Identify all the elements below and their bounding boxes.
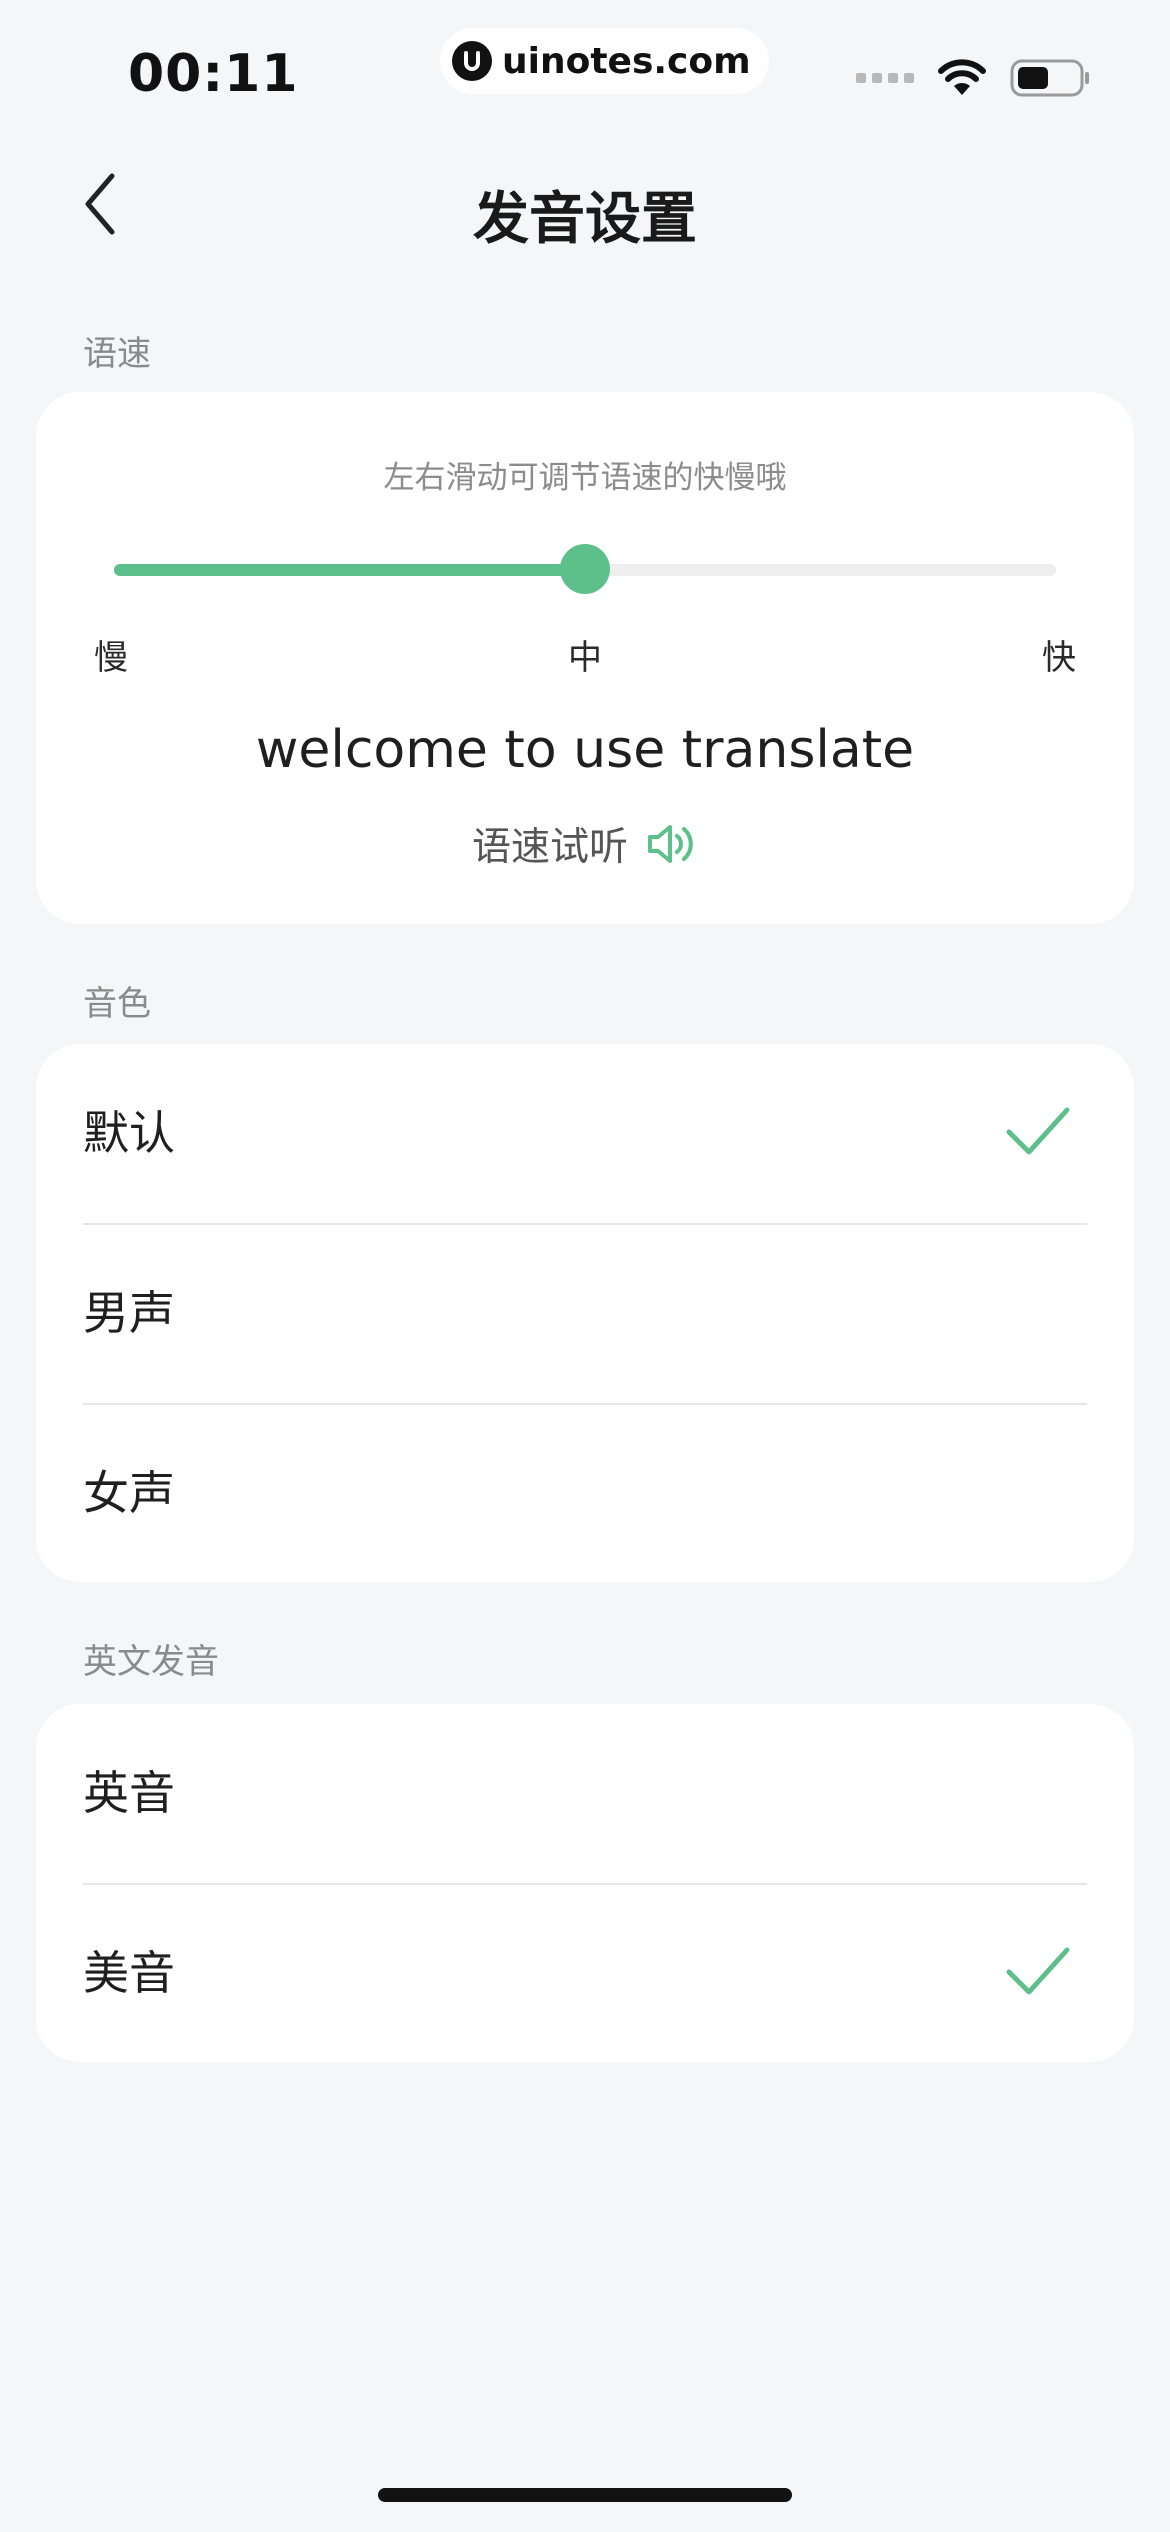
voice-card: 默认 男声 女声 — [36, 1044, 1134, 1582]
pronunciation-option-british[interactable]: 英音 — [83, 1704, 1087, 1883]
slider-thumb[interactable] — [560, 544, 610, 594]
watermark-badge: uinotes.com — [440, 28, 769, 94]
voice-option-female[interactable]: 女声 — [83, 1404, 1087, 1583]
watermark-logo-icon — [452, 41, 492, 81]
speed-slider[interactable] — [114, 542, 1056, 596]
voice-option-label: 男声 — [83, 1286, 175, 1340]
slider-fill — [114, 564, 585, 576]
english-section-label: 英文发音 — [83, 1642, 219, 1682]
speaker-icon — [648, 825, 693, 863]
wifi-icon — [938, 59, 986, 95]
english-card: 英音 美音 — [36, 1704, 1134, 2062]
scale-label-medium: 中 — [568, 638, 602, 678]
voice-section-label: 音色 — [83, 984, 151, 1024]
voice-option-label: 默认 — [83, 1106, 175, 1160]
voice-option-label: 女声 — [83, 1466, 175, 1520]
voice-option-default[interactable]: 默认 — [83, 1044, 1087, 1223]
sample-text: welcome to use translate — [255, 720, 915, 780]
check-icon — [1006, 1947, 1070, 1995]
pronunciation-option-label: 美音 — [83, 1946, 175, 2000]
status-time: 00:11 — [128, 44, 299, 104]
speed-hint: 左右滑动可调节语速的快慢哦 — [383, 460, 787, 496]
scale-label-fast: 快 — [1042, 638, 1076, 678]
watermark-text: uinotes.com — [502, 40, 751, 82]
page-title: 发音设置 — [473, 187, 697, 252]
pronunciation-option-label: 英音 — [83, 1766, 175, 1820]
speed-preview-button[interactable]: 语速试听 — [36, 816, 1134, 872]
status-bar: 00:11 uinotes.com — [0, 0, 1170, 140]
home-indicator[interactable] — [378, 2488, 792, 2502]
preview-label: 语速试听 — [471, 825, 628, 870]
cellular-signal-icon — [856, 73, 914, 83]
voice-option-male[interactable]: 男声 — [83, 1224, 1087, 1403]
battery-icon — [1010, 59, 1089, 97]
scale-label-slow: 慢 — [94, 638, 128, 678]
status-indicators — [856, 58, 1090, 98]
pronunciation-option-american[interactable]: 美音 — [83, 1884, 1087, 2063]
navigation-bar: 发音设置 — [0, 150, 1170, 260]
check-icon — [1006, 1107, 1070, 1155]
speed-card: 左右滑动可调节语速的快慢哦 慢 中 快 welcome to use trans… — [36, 392, 1134, 924]
speed-section-label: 语速 — [83, 334, 151, 374]
